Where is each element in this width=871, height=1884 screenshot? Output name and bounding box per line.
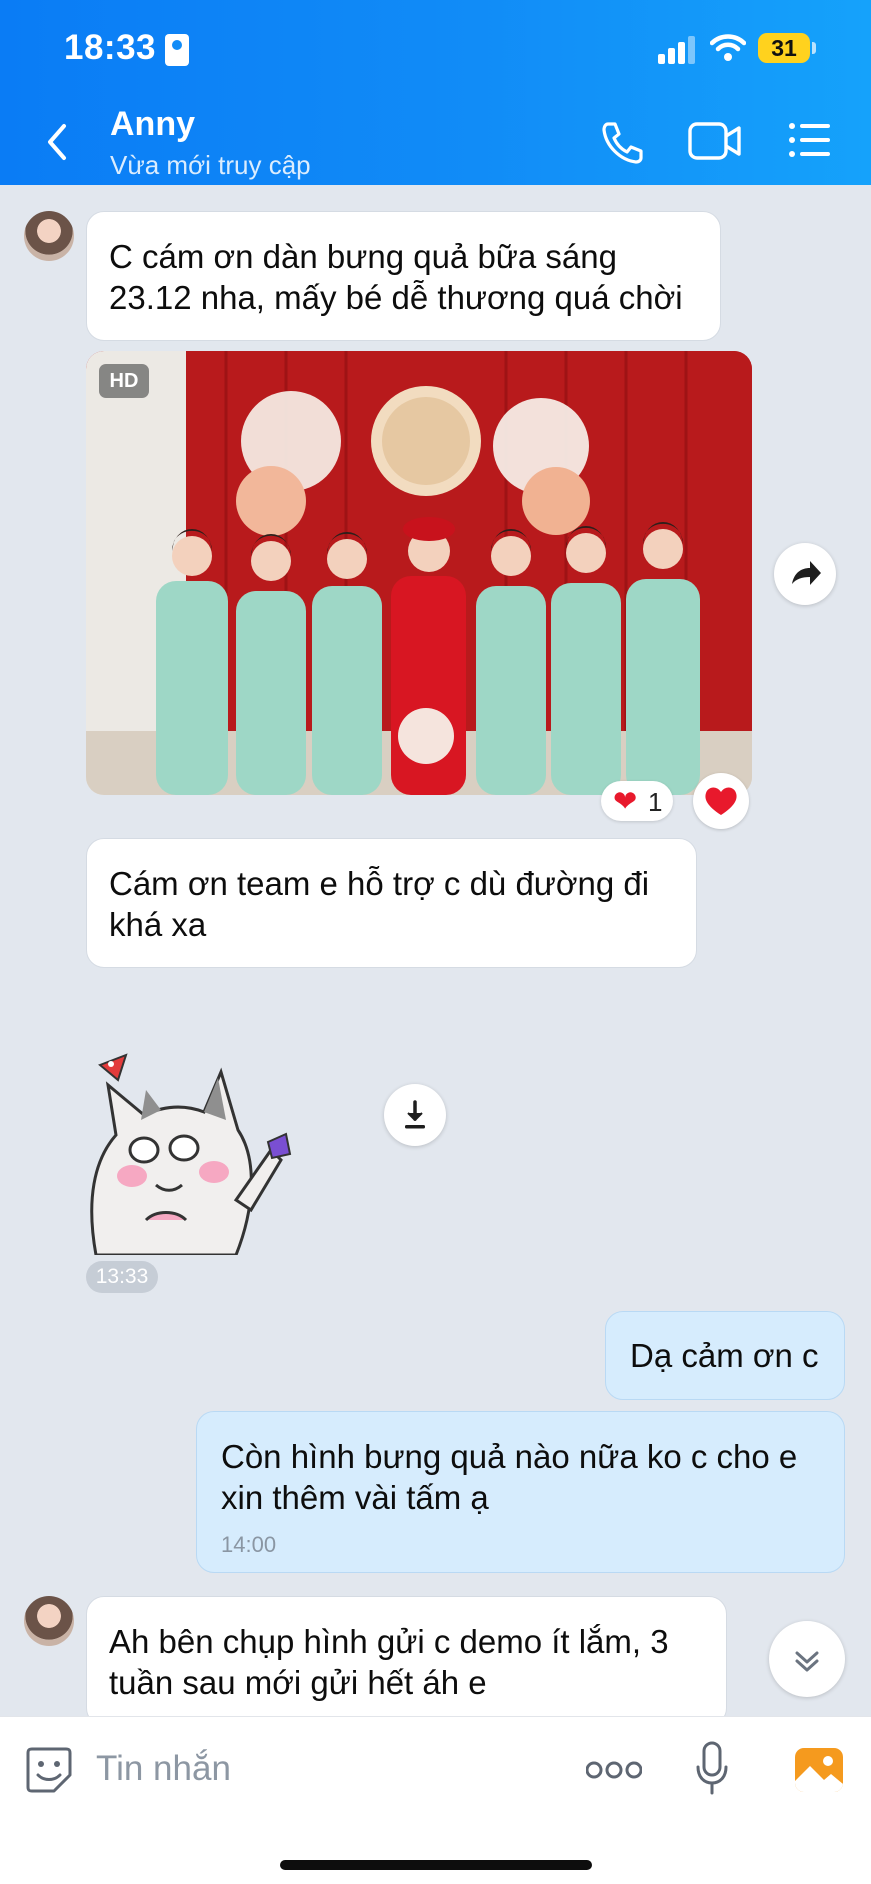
phone-icon[interactable] [598,118,646,166]
message-composer: Tin nhắn [0,1716,871,1884]
photo-message[interactable]: HD [86,351,752,795]
reaction-summary[interactable]: ❤ 1 [601,781,673,821]
message-bubble-incoming[interactable]: Ah bên chụp hình gửi c demo ít lắm, 3 tu… [86,1596,727,1726]
message-input[interactable]: Tin nhắn [96,1749,231,1789]
heart-icon [705,787,737,815]
download-icon [405,1100,425,1129]
message-timestamp: 14:00 [221,1532,277,1557]
avatar[interactable] [24,211,74,261]
cellular-signal-icon [658,34,696,64]
message-bubble-incoming[interactable]: C cám ơn dàn bưng quả bữa sáng 23.12 nha… [86,211,721,341]
battery-indicator: 31 [758,33,810,63]
download-button[interactable] [384,1084,446,1146]
avatar[interactable] [24,1596,74,1646]
sticker-emoji-icon[interactable] [24,1745,74,1795]
reaction-count: 1 [648,787,663,817]
message-bubble-outgoing[interactable]: Còn hình bưng quả nào nữa ko c cho e xin… [196,1411,845,1573]
wifi-icon [710,34,746,61]
microphone-icon[interactable] [694,1741,730,1797]
message-bubble-incoming[interactable]: Cám ơn team e hỗ trợ c dù đường đi khá x… [86,838,697,968]
menu-list-icon[interactable] [788,122,832,158]
message-text: Ah bên chụp hình gửi c demo ít lắm, 3 tu… [109,1623,669,1701]
heart-reaction-icon: ❤ [613,786,638,818]
image-gallery-icon[interactable] [794,1747,844,1793]
contact-status: Vừa mới truy cập [110,150,311,180]
hd-badge: HD [99,364,149,398]
message-text: C cám ơn dàn bưng quả bữa sáng 23.12 nha… [109,238,683,316]
react-heart-button[interactable] [693,773,749,829]
contact-card-icon [165,34,189,66]
message-time-badge: 13:33 [86,1261,158,1293]
message-text: Còn hình bưng quả nào nữa ko c cho e xin… [221,1438,798,1516]
message-text: Cám ơn team e hỗ trợ c dù đường đi khá x… [109,865,650,943]
chat-header: 18:33 31 Anny Vừa mới truy cập [0,0,871,185]
message-text: Dạ cảm ơn c [630,1337,819,1374]
cat-sticker[interactable] [86,1050,296,1255]
forward-button[interactable] [774,543,836,605]
back-chevron-icon[interactable] [40,120,76,164]
contact-name[interactable]: Anny [110,105,195,144]
status-time: 18:33 [64,28,157,67]
scroll-to-bottom-button[interactable] [769,1621,845,1697]
double-chevron-down-icon [795,1651,819,1672]
more-options-icon[interactable] [586,1759,642,1781]
wedding-photo [86,351,752,795]
battery-tip [812,42,816,54]
home-indicator [280,1860,592,1870]
video-call-icon[interactable] [688,120,742,162]
message-bubble-outgoing[interactable]: Dạ cảm ơn c [605,1311,845,1400]
share-arrow-icon [792,561,821,585]
